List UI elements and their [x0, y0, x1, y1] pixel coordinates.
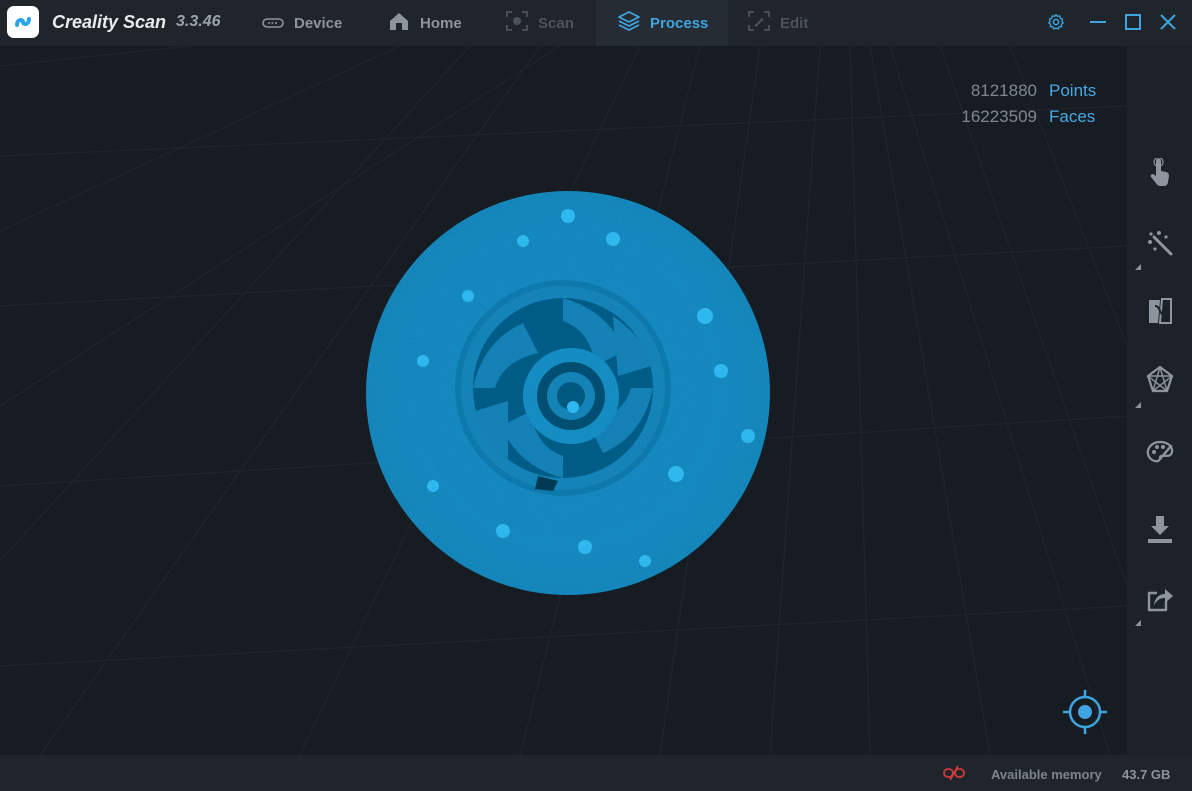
tab-label: Process: [650, 14, 709, 32]
submenu-indicator-icon: [1135, 264, 1141, 270]
export-share-icon[interactable]: [1143, 582, 1177, 616]
app-version: 3.3.46: [176, 13, 221, 30]
scan-icon: [506, 11, 528, 35]
mesh-tool-icon[interactable]: [1143, 294, 1177, 328]
tab-label: Scan: [538, 14, 574, 32]
maximize-icon[interactable]: [1121, 10, 1145, 34]
select-hand-icon[interactable]: [1143, 156, 1177, 190]
locate-target-icon[interactable]: [1062, 689, 1108, 740]
app-logo-icon: [7, 6, 39, 38]
points-stat: 8121880 Points: [961, 78, 1099, 104]
submenu-indicator-icon: [1135, 402, 1141, 408]
tab-label: Edit: [780, 14, 809, 32]
tab-home[interactable]: Home: [388, 0, 478, 46]
memory-label: Available memory: [991, 767, 1102, 782]
title-bar: Creality Scan 3.3.46 Device Home Scan Pr…: [0, 0, 1192, 46]
scanned-impeller-model[interactable]: [363, 191, 773, 601]
settings-icon[interactable]: [1044, 10, 1068, 34]
tab-label: Home: [420, 14, 462, 32]
device-icon: [262, 15, 284, 32]
tab-scan[interactable]: Scan: [506, 0, 586, 46]
tab-process[interactable]: Process: [596, 0, 728, 46]
texture-palette-icon[interactable]: [1143, 436, 1177, 470]
edit-icon: [748, 11, 770, 35]
close-icon[interactable]: [1156, 10, 1180, 34]
layers-icon: [618, 11, 640, 35]
memory-value: 43.7 GB: [1122, 767, 1171, 782]
points-label: Points: [1049, 81, 1097, 100]
faces-label: Faces: [1049, 107, 1096, 126]
submenu-indicator-icon: [1135, 620, 1141, 626]
app-name: Creality Scan: [52, 12, 167, 32]
3d-viewport[interactable]: 8121880 Points 16223509 Faces: [0, 46, 1127, 755]
right-toolbar: [1127, 46, 1192, 755]
tab-label: Device: [294, 14, 343, 32]
faces-value: 16223509: [961, 107, 1037, 126]
link-broken-icon[interactable]: [943, 765, 965, 786]
points-value: 8121880: [970, 81, 1037, 100]
app-window: Creality Scan 3.3.46 Device Home Scan Pr…: [0, 0, 1192, 791]
download-icon[interactable]: [1143, 512, 1177, 546]
status-bar: Available memory 43.7 GB: [0, 755, 1192, 791]
faces-stat: 16223509 Faces: [961, 104, 1099, 130]
tab-device[interactable]: Device: [262, 0, 362, 46]
mesh-stats: 8121880 Points 16223509 Faces: [961, 78, 1099, 130]
magic-wand-icon[interactable]: [1143, 226, 1177, 260]
tab-edit[interactable]: Edit: [748, 0, 828, 46]
model-net-icon[interactable]: [1143, 362, 1177, 396]
minimize-icon[interactable]: [1086, 10, 1110, 34]
home-icon: [388, 11, 410, 35]
